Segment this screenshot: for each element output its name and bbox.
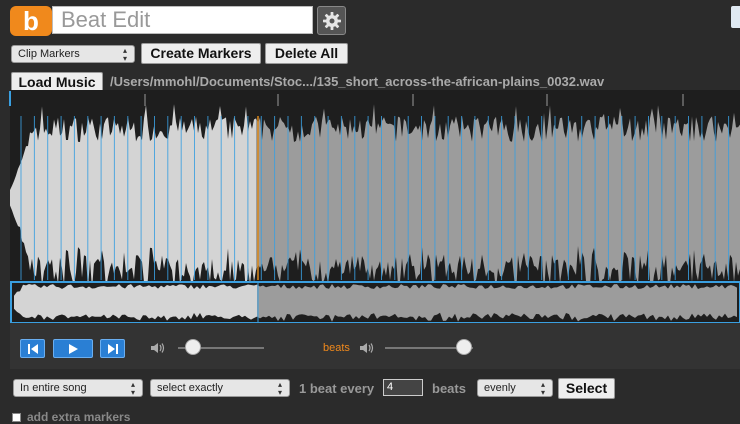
create-markers-button[interactable]: Create Markers (141, 43, 261, 64)
delete-all-button[interactable]: Delete All (265, 43, 348, 64)
main-waveform (10, 104, 740, 299)
gear-icon (322, 11, 341, 30)
beats-speaker-icon (360, 343, 374, 353)
distribution-select[interactable]: evenly (477, 379, 553, 397)
music-volume-knob[interactable] (185, 339, 201, 355)
beat-every-label: 1 beat every (299, 381, 375, 396)
beats-volume-knob[interactable] (456, 339, 472, 355)
skip-forward-button[interactable] (100, 339, 125, 358)
skip-forward-icon (107, 343, 118, 354)
app-title: Beat Edit (52, 6, 313, 34)
beats-volume-label: beats (323, 342, 350, 354)
beats-count-input[interactable]: 4 (383, 379, 423, 396)
app-logo: b (10, 6, 52, 36)
beats-unit-label: beats (432, 381, 466, 396)
file-path: /Users/mmohl/Documents/Stoc.../135_short… (110, 74, 605, 89)
settings-button[interactable] (317, 6, 346, 35)
speaker-icon (151, 343, 165, 353)
extra-markers-label: add extra markers (27, 410, 131, 424)
overview-played (14, 284, 257, 321)
skip-back-icon (27, 343, 38, 354)
mode-select[interactable]: select exactly (150, 379, 290, 397)
play-button[interactable] (53, 339, 93, 358)
waveform-editor[interactable] (0, 90, 740, 325)
marker-type-select[interactable]: Clip Markers (11, 45, 135, 63)
play-icon (69, 343, 78, 354)
twitter-icon[interactable] (731, 6, 740, 28)
scope-select[interactable]: In entire song (13, 379, 143, 397)
skip-back-button[interactable] (20, 339, 45, 358)
select-button[interactable]: Select (558, 378, 615, 399)
